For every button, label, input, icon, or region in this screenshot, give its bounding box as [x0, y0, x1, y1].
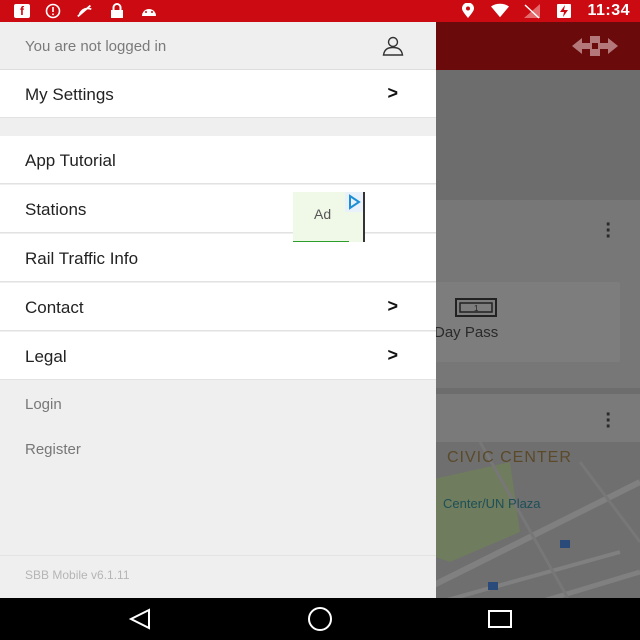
day-pass-label: Day Pass: [434, 324, 499, 341]
divider: [0, 555, 436, 556]
chevron-right-icon: >: [387, 296, 398, 316]
app-version: SBB Mobile v6.1.11: [25, 568, 130, 582]
battery-charging-icon: [555, 3, 573, 19]
android-icon: [140, 3, 158, 19]
navigation-drawer: You are not logged in My Settings > App …: [0, 22, 436, 598]
ad-accent-line: [293, 241, 349, 242]
status-bar: f 11:34: [0, 0, 640, 22]
register-link[interactable]: Register: [25, 441, 81, 458]
system-nav-bar: [0, 598, 640, 640]
svg-text:1: 1: [474, 304, 479, 313]
chevron-right-icon: >: [387, 345, 398, 365]
no-signal-icon: [76, 3, 94, 19]
menu-item-label: App Tutorial: [25, 151, 116, 170]
menu-item-label: Contact: [25, 298, 84, 317]
chevron-right-icon: >: [387, 83, 398, 103]
lock-icon: [108, 3, 126, 19]
location-icon: [459, 3, 477, 19]
menu-item-contact[interactable]: Contact >: [0, 283, 436, 331]
menu-item-rail-traffic-info[interactable]: Rail Traffic Info: [0, 234, 436, 282]
back-icon[interactable]: [125, 606, 155, 632]
menu-item-my-settings[interactable]: My Settings >: [0, 70, 436, 118]
login-link[interactable]: Login: [25, 396, 62, 413]
ticket-icon: 1: [455, 298, 497, 317]
menu-item-app-tutorial[interactable]: App Tutorial: [0, 136, 436, 184]
home-icon[interactable]: [305, 606, 335, 632]
menu-item-label: Stations: [25, 200, 87, 219]
alert-icon: [44, 3, 62, 19]
user-icon[interactable]: [382, 36, 404, 56]
menu-item-label: My Settings: [25, 85, 114, 104]
menu-item-legal[interactable]: Legal >: [0, 332, 436, 380]
drawer-header: You are not logged in: [0, 22, 436, 70]
clock: 11:34: [587, 2, 630, 19]
wifi-icon: [491, 3, 510, 19]
map-station-label: Center/UN Plaza: [443, 496, 541, 511]
ad-choices-icon[interactable]: [345, 192, 363, 212]
ad-label: Ad: [314, 206, 332, 222]
signal-icon: [523, 3, 541, 19]
login-status-text: You are not logged in: [25, 38, 167, 55]
ad-banner[interactable]: Ad: [293, 192, 365, 242]
facebook-icon: f: [14, 4, 30, 18]
menu-item-label: Legal: [25, 347, 67, 366]
menu-item-stations[interactable]: Stations: [0, 185, 436, 233]
card-menu-icon-2[interactable]: · · ·: [605, 405, 612, 437]
card-menu-icon[interactable]: · · ·: [605, 215, 612, 247]
menu-item-label: Rail Traffic Info: [25, 249, 139, 268]
map-area-label: CIVIC CENTER: [447, 449, 572, 466]
sbb-logo-icon: [572, 36, 618, 56]
day-pass-tile[interactable]: 1 Day Pass: [420, 282, 620, 362]
recents-icon[interactable]: [485, 606, 515, 632]
